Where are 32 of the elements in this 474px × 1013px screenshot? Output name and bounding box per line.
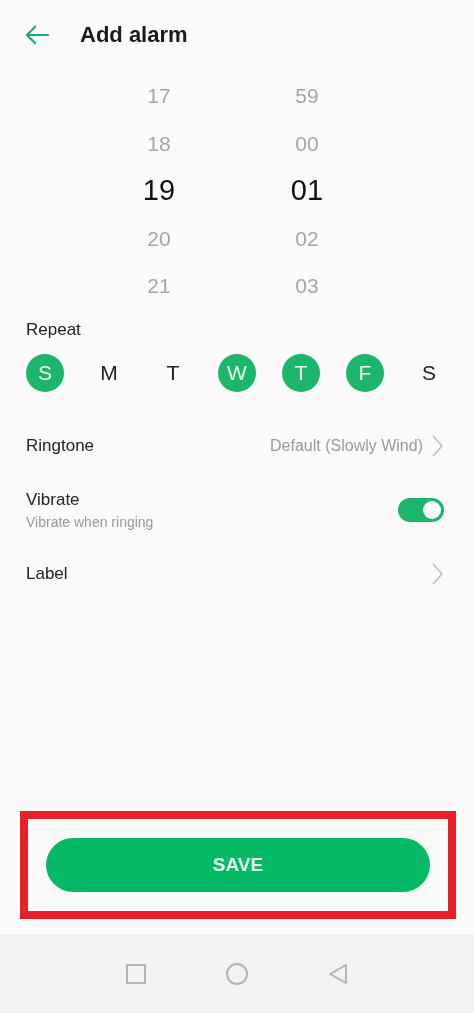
day-toggle[interactable]: S [26,353,64,392]
minute-option[interactable]: 02 [295,214,319,262]
minute-option[interactable]: 00 [295,119,319,167]
day-toggle[interactable]: W [218,353,256,392]
chevron-right-icon[interactable] [431,433,444,458]
day-toggle[interactable]: T [282,353,320,392]
day-toggle[interactable]: S [410,353,448,392]
repeat-label: Repeat [25,319,82,340]
minute-option[interactable]: 59 [295,72,319,120]
setting-value: Default (Slowly Wind) [270,436,423,455]
hour-option[interactable]: 20 [147,214,171,262]
back-icon[interactable] [327,963,350,985]
setting-title: Vibrate [26,489,81,510]
minute-option[interactable]: 01 [290,167,324,215]
setting-title: Label [26,563,68,584]
day-toggle[interactable]: F [346,353,384,392]
setting-subtitle: Vibrate when ringing [26,513,154,530]
vibrate-switch[interactable] [398,497,444,522]
chevron-right-icon[interactable] [431,561,444,586]
hour-option[interactable]: 18 [147,119,171,167]
hour-option[interactable]: 17 [147,72,171,120]
minute-option[interactable]: 03 [295,262,319,310]
day-toggle[interactable]: T [154,353,192,392]
setting-title: Ringtone [26,435,95,456]
save-button[interactable]: SAVE [46,838,430,892]
day-toggle[interactable]: M [90,353,128,392]
hour-option[interactable]: 19 [142,167,176,215]
recents-icon[interactable] [124,963,147,985]
home-icon[interactable] [226,963,248,985]
hour-option[interactable]: 21 [147,262,171,310]
screen-title: Add alarm [80,22,188,48]
back-arrow-icon[interactable] [24,24,50,46]
